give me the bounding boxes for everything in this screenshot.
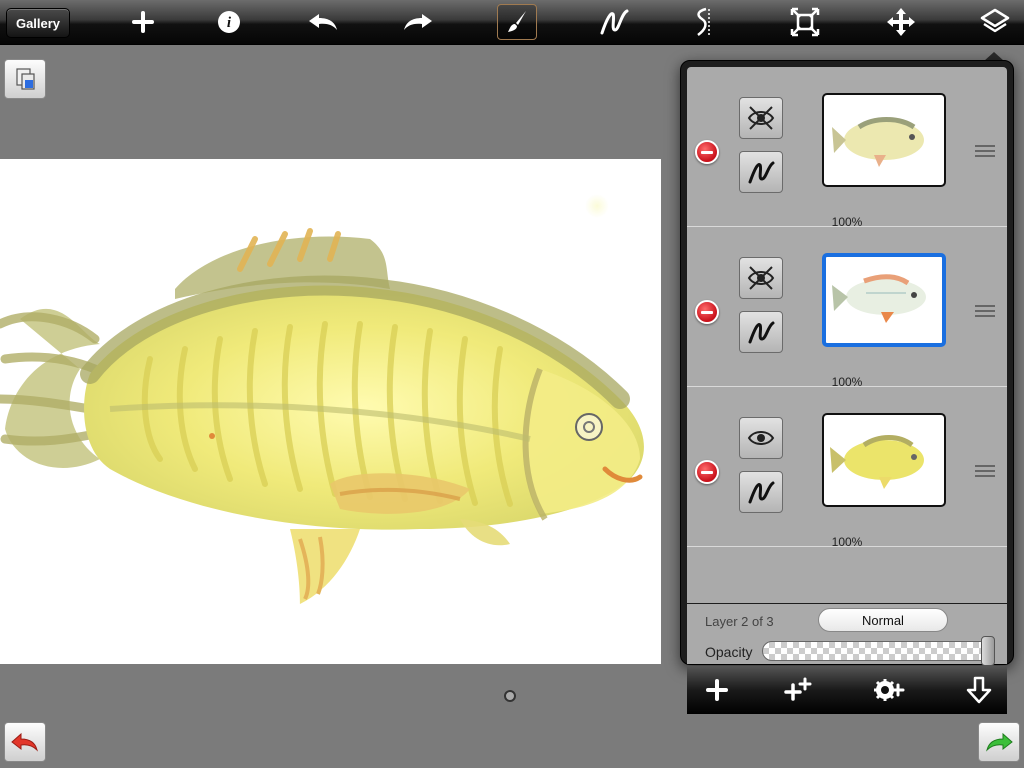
drag-handle-icon[interactable] bbox=[975, 145, 995, 161]
delete-layer-icon[interactable] bbox=[695, 460, 719, 484]
add-layer-icon[interactable] bbox=[697, 672, 737, 708]
move-icon[interactable] bbox=[881, 4, 921, 40]
eye-hidden-icon bbox=[747, 266, 775, 290]
layer-thumbnail-selected[interactable] bbox=[822, 253, 946, 347]
stroke-icon bbox=[748, 321, 775, 344]
opacity-slider[interactable] bbox=[762, 636, 995, 666]
opacity-slider-thumb[interactable] bbox=[981, 636, 995, 666]
blend-mode-button[interactable]: Normal bbox=[818, 608, 948, 632]
stroke-icon bbox=[748, 161, 775, 184]
stroke-icon[interactable] bbox=[595, 4, 635, 40]
gallery-button[interactable]: Gallery bbox=[6, 8, 70, 38]
drawing-canvas[interactable] bbox=[0, 159, 661, 664]
layer-brush-toggle[interactable] bbox=[739, 311, 783, 353]
copy-icon bbox=[16, 68, 35, 90]
delete-layer-icon[interactable] bbox=[695, 140, 719, 164]
opacity-label: Opacity bbox=[705, 644, 753, 660]
delete-layer-icon[interactable] bbox=[695, 300, 719, 324]
fish-painting bbox=[0, 194, 644, 604]
layer-controls: Layer 2 of 3 Normal Opacity bbox=[687, 604, 1007, 666]
add-icon[interactable] bbox=[123, 4, 163, 40]
page-indicator-dot bbox=[504, 690, 516, 702]
layer-row[interactable]: 100% bbox=[687, 67, 1007, 229]
layer-info-label: Layer 2 of 3 bbox=[705, 614, 774, 629]
brush-icon[interactable] bbox=[497, 4, 537, 40]
copy-button[interactable] bbox=[4, 59, 46, 99]
layer-row[interactable]: 100% bbox=[687, 227, 1007, 389]
forward-button[interactable] bbox=[978, 722, 1020, 762]
drag-handle-icon[interactable] bbox=[975, 465, 995, 481]
merge-down-icon[interactable] bbox=[959, 672, 999, 708]
layers-action-bar bbox=[687, 666, 1007, 714]
transform-icon[interactable] bbox=[785, 4, 825, 40]
drag-handle-icon[interactable] bbox=[975, 305, 995, 321]
visibility-toggle[interactable] bbox=[739, 417, 783, 459]
merge-layer-icon[interactable] bbox=[869, 672, 909, 708]
layer-brush-toggle[interactable] bbox=[739, 471, 783, 513]
duplicate-layer-icon[interactable] bbox=[779, 672, 819, 708]
eye-visible-icon bbox=[747, 431, 775, 445]
back-arrow-icon bbox=[11, 732, 38, 752]
visibility-toggle[interactable] bbox=[739, 97, 783, 139]
layers-panel: 100% 100% 100% Layer 2 of 3 Normal Opaci… bbox=[680, 60, 1014, 714]
layers-list[interactable]: 100% 100% 100% bbox=[687, 67, 1007, 603]
top-toolbar: Gallery i bbox=[0, 0, 1024, 45]
symmetry-icon[interactable] bbox=[684, 4, 724, 40]
info-icon[interactable]: i bbox=[209, 4, 249, 40]
layer-thumbnail[interactable] bbox=[822, 413, 946, 507]
layer-thumbnail[interactable] bbox=[822, 93, 946, 187]
redo-icon[interactable] bbox=[398, 4, 438, 40]
layer-brush-toggle[interactable] bbox=[739, 151, 783, 193]
undo-icon[interactable] bbox=[303, 4, 343, 40]
layers-icon[interactable] bbox=[975, 4, 1015, 40]
visibility-toggle[interactable] bbox=[739, 257, 783, 299]
layer-opacity-value: 100% bbox=[831, 535, 863, 549]
stroke-icon bbox=[748, 481, 775, 504]
layer-row[interactable]: 100% bbox=[687, 387, 1007, 549]
back-button[interactable] bbox=[4, 722, 46, 762]
eye-hidden-icon bbox=[747, 106, 775, 130]
forward-arrow-icon bbox=[986, 732, 1013, 752]
